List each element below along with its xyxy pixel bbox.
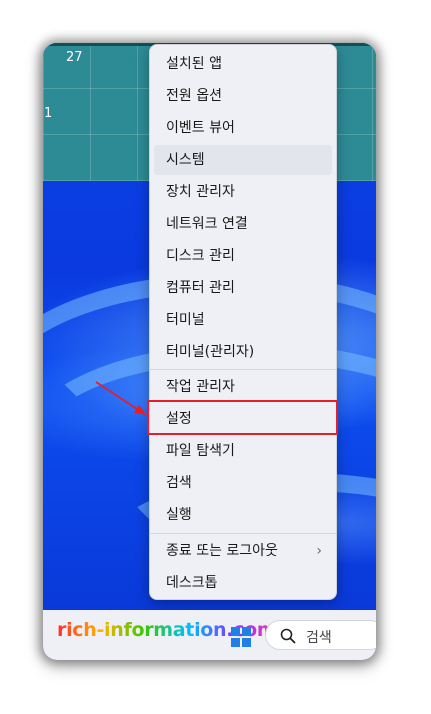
search-placeholder: 검색 [306, 630, 332, 646]
menu-separator [150, 533, 336, 534]
menu-separator [150, 369, 336, 370]
menu-item-label: 종료 또는 로그아웃 [166, 543, 278, 559]
menu-item-terminal[interactable]: 터미널 [154, 305, 332, 335]
menu-item-desktop[interactable]: 데스크톱 [154, 568, 332, 598]
menu-item-shutdown-signout[interactable]: 종료 또는 로그아웃 › [154, 536, 332, 566]
calendar-side-number: 1 [44, 106, 53, 121]
menu-item-event-viewer[interactable]: 이벤트 뷰어 [154, 113, 332, 143]
settings-highlight-box [147, 400, 338, 435]
taskbar-search-box[interactable]: 검색 [265, 620, 376, 650]
logo-square [242, 638, 251, 647]
menu-item-network-connections[interactable]: 네트워크 연결 [154, 209, 332, 239]
menu-item-run[interactable]: 실행 [154, 500, 332, 530]
taskbar: rich-information.com 검색 [43, 610, 376, 660]
menu-item-disk-management[interactable]: 디스크 관리 [154, 241, 332, 271]
calendar-day-number: 27 [66, 50, 83, 65]
menu-item-device-manager[interactable]: 장치 관리자 [154, 177, 332, 207]
winx-context-menu: 설치된 앱 전원 옵션 이벤트 뷰어 시스템 장치 관리자 네트워크 연결 디스… [149, 44, 337, 600]
screenshot-frame: 27 1 설치된 앱 전원 옵션 이벤트 뷰어 시스템 장치 관리자 네트워크 … [43, 43, 376, 660]
menu-item-task-manager[interactable]: 작업 관리자 [154, 372, 332, 402]
search-icon [280, 628, 296, 644]
chevron-right-icon: › [316, 543, 322, 559]
menu-item-power-options[interactable]: 전원 옵션 [154, 81, 332, 111]
logo-square [231, 638, 240, 647]
logo-square [231, 627, 240, 636]
menu-item-computer-management[interactable]: 컴퓨터 관리 [154, 273, 332, 303]
menu-item-file-explorer[interactable]: 파일 탐색기 [154, 436, 332, 466]
windows-start-icon[interactable] [231, 627, 251, 647]
logo-square [242, 627, 251, 636]
menu-item-system[interactable]: 시스템 [154, 145, 332, 175]
menu-item-search[interactable]: 검색 [154, 468, 332, 498]
menu-item-installed-apps[interactable]: 설치된 앱 [154, 49, 332, 79]
menu-item-terminal-admin[interactable]: 터미널(관리자) [154, 337, 332, 367]
